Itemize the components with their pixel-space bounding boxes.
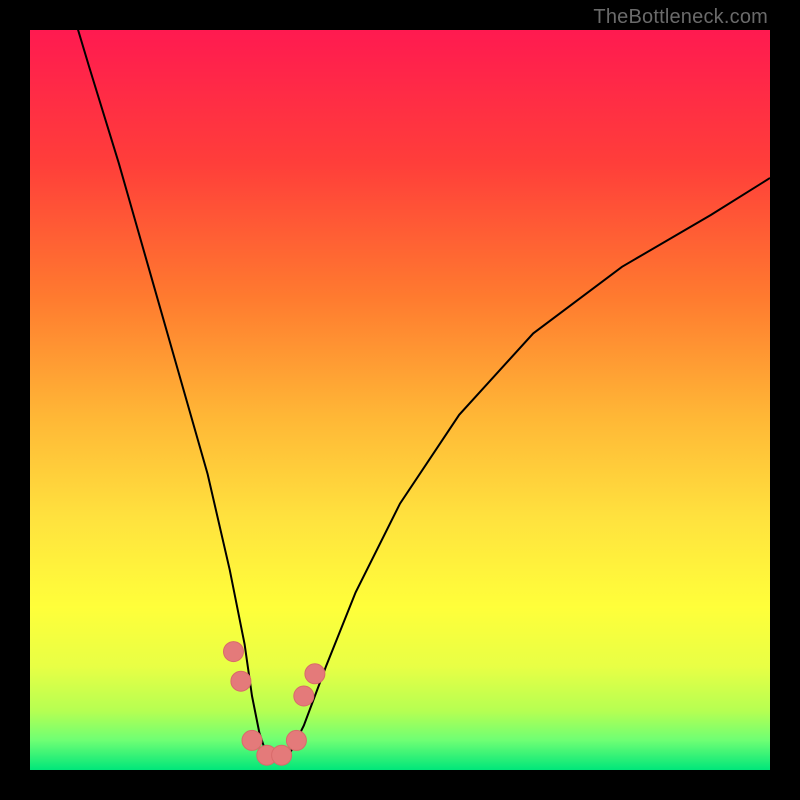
marker-point [294,686,314,706]
marker-point [242,730,262,750]
marker-point [305,664,325,684]
marker-point [272,745,292,765]
curve-layer [30,30,770,770]
chart-frame: TheBottleneck.com [0,0,800,800]
bottleneck-curve [67,30,770,761]
highlight-markers [224,642,325,766]
marker-point [231,671,251,691]
watermark-text: TheBottleneck.com [593,6,768,29]
marker-point [286,730,306,750]
marker-point [224,642,244,662]
plot-area [30,30,770,770]
